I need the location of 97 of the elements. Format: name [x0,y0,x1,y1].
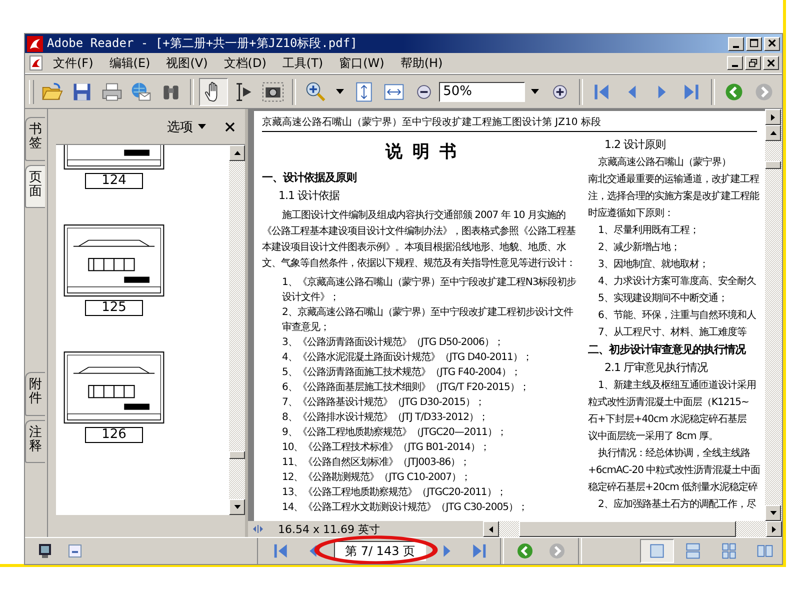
text-line: 注，选择合理的实施方案是改扩建工程能 [588,190,760,204]
sidebar-tab[interactable]: 附件 [25,372,45,416]
list-item: 7、《公路路基设计规范》（JTG D30-2015）； [281,396,486,410]
text-line: 4、力求设计方案可靠度高、安全耐久 [597,274,757,289]
page-thumbnail[interactable] [63,351,165,424]
text-line: 南北交通最重要的运输通道，改扩建工程 [588,172,760,187]
document-title: 说 明 书 [384,141,460,163]
scroll-up-arrow-icon[interactable] [770,131,776,135]
scroll-left-arrow-icon[interactable] [489,526,493,532]
text-line: 时应遵循如下原则： [588,206,674,221]
page-thumbnail[interactable] [63,224,165,297]
scroll-right-arrow-icon[interactable] [772,526,776,532]
page-number-label: 125 [85,300,143,316]
document-restore-button[interactable] [745,56,761,70]
close-icon [768,39,776,48]
menu-item[interactable]: 文档(D) [216,54,274,72]
close-icon[interactable] [225,122,235,132]
subsection-heading: 1.1 设计依据 [278,188,341,204]
scrollbar[interactable] [483,521,782,537]
menu-item[interactable]: 视图(V) [159,54,215,72]
subsection-heading: 1.2 设计原则 [604,137,666,153]
menu-item[interactable]: 窗口(W) [332,54,392,72]
splitter-icon[interactable] [252,524,264,534]
maximize-button[interactable] [746,36,762,50]
text-line: 6、节能、环保，注重与自然环境和人 [597,308,757,323]
close-button[interactable] [764,36,780,50]
sidebar-tab[interactable]: 页面 [25,164,45,208]
app-logo-icon [27,36,43,52]
scroll-down-arrow-icon[interactable] [770,511,776,515]
zoom-field[interactable]: 50% [439,82,526,102]
document-minimize-button[interactable] [727,56,743,70]
text-line: 议中面层统一采用了 8cm 厚。 [588,430,719,444]
caret-icon[interactable] [531,89,540,94]
text-line: 京藏高速公路石嘴山（蒙宁界） [597,156,732,170]
minimize-icon [733,46,739,48]
section-heading: 二、初步设计审查意见的执行情况 [588,342,747,358]
menu-item[interactable]: 帮助(H) [393,54,450,72]
text-line: 石+下封层+40cm 水泥稳定碎石基层 [588,412,748,427]
running-header: 京藏高速公路石嘴山（蒙宁界）至中宁段改扩建工程施工图设计第 JZ10 标段 [262,111,757,132]
text-line: 7、从工程尺寸、材料、施工难度等 [597,326,748,340]
page-number-label: 124 [85,173,143,189]
text-line: 粒式改性沥青混凝土中面层（K1215~ [588,396,750,410]
list-item: 8、《公路排水设计规范》（JTJ T/D33-2012）； [281,410,490,425]
minimize-button[interactable] [728,36,744,50]
monitor-icon[interactable] [37,543,53,559]
list-item: 1、《京藏高速公路石嘴山（蒙宁界）至中宁段改扩建工程N3标段初步设计文件》； [281,276,578,305]
scroll-up-arrow-icon[interactable] [234,151,240,155]
list-item: 3、《公路沥青路面设计规范》（JTG D50-2006）； [281,336,504,350]
caret-icon[interactable] [198,124,206,129]
document-close-button[interactable] [763,56,779,70]
text-line: 5、实现建设期间不中断交通； [597,292,728,306]
hand-tool-icon[interactable] [199,78,228,106]
maximize-icon [750,39,758,48]
text-line: +6cmAC-20 中粒式改性沥青混凝土中面 [588,464,762,478]
scroll-down-arrow-icon[interactable] [234,505,240,509]
page-number-field[interactable]: 第 7/ 143 页 [334,541,426,561]
menu-item[interactable]: 工具(T) [275,54,330,72]
options-menu[interactable]: 选项 [167,118,193,136]
list-item: 9、《公路工程地质勘察规范》（JTGC20—2011）； [281,426,508,440]
restore-icon [748,58,758,68]
text-line: 稳定碎石基层+20cm 低剂量水泥稳定碎 [588,480,759,495]
list-item: 5、《公路沥青路面施工技术规范》（JTG F40-2004）； [281,366,522,380]
right-arrow-icon[interactable] [771,114,775,120]
page-number-label: 126 [85,427,143,443]
section-heading: 一、设计依据及原则 [262,170,358,186]
single-page-icon[interactable] [640,539,674,563]
list-item: 6、《公路路面基层施工技术细则》（JTG/T F20-2015）； [281,380,530,395]
sidebar-tab[interactable]: 书签 [25,117,45,161]
scroll-thumb[interactable] [229,451,245,459]
menu-item[interactable]: 文件(F) [46,54,100,72]
list-item: 11、《公路自然区划标准》（JTJ003-86）； [281,456,471,470]
list-item: 14、《公路工程水文勘测设计规范》（JTG C30-2005）； [281,500,528,515]
list-item: 12、《公路勘测规范》（JTG C10-2007）； [281,470,472,485]
scrollbar[interactable] [765,109,782,521]
list-item: 4、《公路水泥混凝土路面设计规范》（JTG D40-2011）； [281,350,533,365]
minimize-icon [732,65,738,67]
text-line: 3、因地制宜、就地取材； [597,258,710,272]
scroll-thumb[interactable] [765,161,781,169]
list-item: 10、《公路工程技术标准》（JTG B01-2014）； [281,440,490,455]
sidebar-tab[interactable]: 注释 [25,420,45,464]
text-line: 2、减少新增占地； [597,240,681,255]
window-title: Adobe Reader - [+第二册+共一册+第JZ10标段.pdf] [47,35,358,52]
body-paragraph: 施工图设计文件编制及组成内容执行交通部颁 2007 年 10 月实施的《公路工程基本建设项目设计文件编制办法》，图表格式参照《公路工程基本建设项目设计文件图表示例》。本项目根据沿线地形、地貌、地质、水文、气象等自然条件，依据以下规程、规范及有关指导性意见等进行设计： [262,208,576,271]
text-line: 执行情况：经总体协调，全线主线路 [597,446,751,461]
close-icon [766,58,776,68]
page-size-label: 16.54 x 11.69 英寸 [277,522,381,536]
window-icon[interactable] [67,543,83,559]
text-line: 1、新建主线及枢纽互通匝道设计采用 [597,378,757,393]
pdf-document-icon [28,55,44,71]
text-line: 1、尽量利用既有工程； [597,224,700,238]
list-item: 13、《公路工程地质勘察规范》（JTGC20-2011）； [281,486,507,500]
menu-item[interactable]: 编辑(E) [102,54,158,72]
scrollbar[interactable] [229,145,245,515]
caret-icon[interactable] [336,89,344,94]
subsection-heading: 2.1 厅审意见执行情况 [604,360,709,376]
text-line: 2、应加强路基土石方的调配工作，尽 [597,498,757,512]
list-item: 2、京藏高速公路石嘴山（蒙宁界）至中宁段改扩建工程初步设计文件审查意见； [281,306,574,335]
